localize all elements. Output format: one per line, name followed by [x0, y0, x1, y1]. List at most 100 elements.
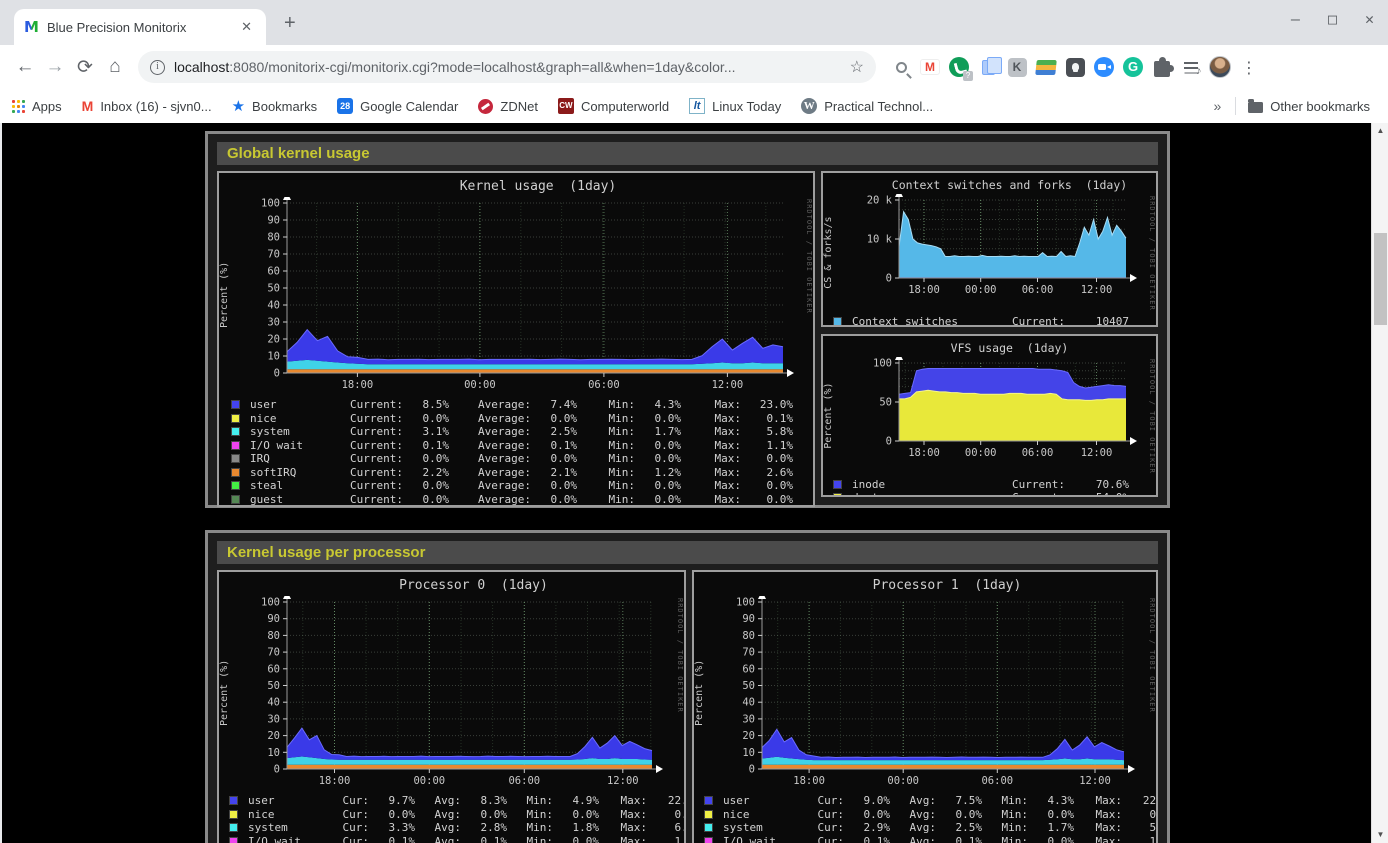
bookmark-zdnet[interactable]: ZDNet	[478, 99, 538, 114]
legend-value: Cur:	[800, 835, 844, 843]
forward-button[interactable]: →	[40, 56, 70, 78]
legend-value: Cur:	[800, 821, 844, 834]
legend-value: Current:	[997, 478, 1065, 491]
svg-text:12:00: 12:00	[1079, 775, 1111, 787]
processor-1-graph[interactable]: Processor 1 (1day) Percent (%) 010203040…	[692, 570, 1158, 843]
other-bookmarks-button[interactable]: Other bookmarks	[1248, 99, 1370, 114]
y-axis-label: Percent (%)	[823, 357, 843, 474]
legend-swatch	[229, 837, 238, 843]
new-tab-button[interactable]: +	[284, 12, 296, 35]
svg-text:10: 10	[267, 351, 280, 363]
legend-value: Min:	[507, 835, 553, 843]
bookmark-bookmarks[interactable]: ★Bookmarks	[232, 97, 317, 115]
legend-value: 0.0%	[403, 479, 449, 492]
legend-value: 0.0%	[1028, 835, 1074, 843]
folder-icon	[1248, 102, 1263, 113]
svg-text:50: 50	[879, 397, 892, 409]
legend-series-name: I/O wait	[243, 835, 325, 843]
window-minimize-button[interactable]: –	[1291, 10, 1300, 28]
scrollbar-down-icon[interactable]: ▼	[1372, 827, 1388, 843]
legend-value: Min:	[577, 479, 635, 492]
url-text[interactable]: localhost:8080/monitorix-cgi/monitorix.c…	[174, 59, 850, 75]
bookmark-star-icon[interactable]: ☆	[850, 57, 864, 77]
legend-swatch	[231, 481, 240, 490]
legend-value: 10407	[1065, 315, 1129, 327]
bookmark-computerworld[interactable]: Computerworld	[558, 98, 669, 114]
legend-value: 0.0%	[844, 808, 890, 821]
grammarly-extension-icon[interactable]	[1122, 56, 1144, 78]
search-extension-icon[interactable]	[890, 56, 912, 78]
svg-text:12:00: 12:00	[1081, 284, 1113, 296]
vfs-usage-graph[interactable]: VFS usage (1day) Percent (%) 05010018:00…	[821, 334, 1158, 497]
legend-value: Min:	[982, 821, 1028, 834]
page-info-icon[interactable]	[150, 60, 165, 75]
bookmarks-overflow-chevron[interactable]: »	[1214, 98, 1222, 114]
legend-value: 0.0%	[531, 493, 577, 506]
legend-value: Cur:	[325, 821, 369, 834]
legend-value: 0.0%	[403, 493, 449, 506]
svg-text:00:00: 00:00	[887, 775, 919, 787]
legend-value: Avg:	[890, 835, 936, 843]
legend-value: Min:	[577, 452, 635, 465]
scrollbar-thumb[interactable]	[1374, 233, 1387, 325]
window-close-button[interactable]: ✕	[1365, 10, 1374, 28]
profile-avatar[interactable]	[1209, 56, 1231, 78]
legend-series-name: steal	[245, 479, 335, 492]
svg-text:12:00: 12:00	[607, 775, 639, 787]
section-global-kernel-usage: Global kernel usage Kernel usage (1day) …	[205, 131, 1170, 508]
svg-text:100: 100	[261, 198, 280, 210]
books-extension-icon[interactable]	[1035, 56, 1057, 78]
legend-value: Min:	[577, 466, 635, 479]
voice-extension-icon[interactable]	[948, 56, 970, 78]
back-button[interactable]: ←	[10, 56, 40, 78]
svg-text:18:00: 18:00	[342, 379, 374, 391]
address-bar[interactable]: localhost:8080/monitorix-cgi/monitorix.c…	[138, 51, 876, 83]
context-switches-graph[interactable]: Context switches and forks (1day) CS & f…	[821, 171, 1158, 327]
legend-value: 2.8%	[461, 821, 507, 834]
rrdtool-credit: RRDTOOL / TOBI OETIKER	[1140, 357, 1156, 474]
gmail-extension-icon[interactable]	[919, 56, 941, 78]
kernel-usage-graph[interactable]: Kernel usage (1day) Percent (%) 01020304…	[217, 171, 815, 507]
tab-close-icon[interactable]: ✕	[237, 19, 256, 35]
zoom-extension-icon[interactable]	[1093, 56, 1115, 78]
k-extension-icon[interactable]	[1006, 56, 1028, 78]
bookmark-apps[interactable]: Apps	[12, 99, 62, 114]
legend-value: Min:	[507, 794, 553, 807]
svg-text:18:00: 18:00	[319, 775, 351, 787]
bookmark-practical-technology[interactable]: Practical Technol...	[801, 98, 933, 114]
svg-text:20: 20	[267, 730, 280, 742]
bookmark-inbox[interactable]: Inbox (16) - sjvn0...	[82, 98, 212, 114]
scrollbar-up-icon[interactable]: ▲	[1372, 123, 1388, 139]
legend-value: Min:	[577, 439, 635, 452]
browser-tab[interactable]: M Blue Precision Monitorix ✕	[14, 9, 266, 45]
legend-swatch	[704, 796, 713, 805]
extensions-puzzle-icon[interactable]	[1151, 56, 1173, 78]
legend-value: Current:	[335, 493, 403, 506]
legend-value: Max:	[1074, 835, 1122, 843]
home-button[interactable]: ⌂	[100, 56, 130, 78]
legend-value: Average:	[449, 493, 531, 506]
legend-value: 9.0%	[844, 794, 890, 807]
graph-title: Kernel usage (1day)	[219, 173, 813, 197]
legend-series-name: nice	[718, 808, 800, 821]
legend-value: Current:	[335, 479, 403, 492]
lamp-extension-icon[interactable]	[1064, 56, 1086, 78]
legend-value: Current:	[335, 425, 403, 438]
reload-button[interactable]: ⟳	[70, 56, 100, 79]
page-scrollbar[interactable]: ▲ ▼	[1371, 123, 1388, 843]
browser-menu-icon[interactable]: ⋮	[1238, 56, 1260, 78]
window-maximize-button[interactable]: □	[1328, 10, 1337, 28]
bookmark-google-calendar[interactable]: Google Calendar	[337, 98, 458, 114]
copy-pages-extension-icon[interactable]	[977, 56, 999, 78]
legend-value: Average:	[449, 452, 531, 465]
legend-value: Current:	[335, 439, 403, 452]
legend-value: Avg:	[890, 794, 936, 807]
section-title: Kernel usage per processor	[217, 541, 1158, 564]
svg-text:40: 40	[742, 697, 755, 709]
legend-value: 0.0%	[741, 479, 793, 492]
legend-value: 22.1%	[1122, 794, 1158, 807]
bookmark-linux-today[interactable]: Linux Today	[689, 98, 781, 114]
legend-value: Min:	[577, 425, 635, 438]
playlist-extension-icon[interactable]	[1180, 56, 1202, 78]
processor-0-graph[interactable]: Processor 0 (1day) Percent (%) 010203040…	[217, 570, 686, 843]
